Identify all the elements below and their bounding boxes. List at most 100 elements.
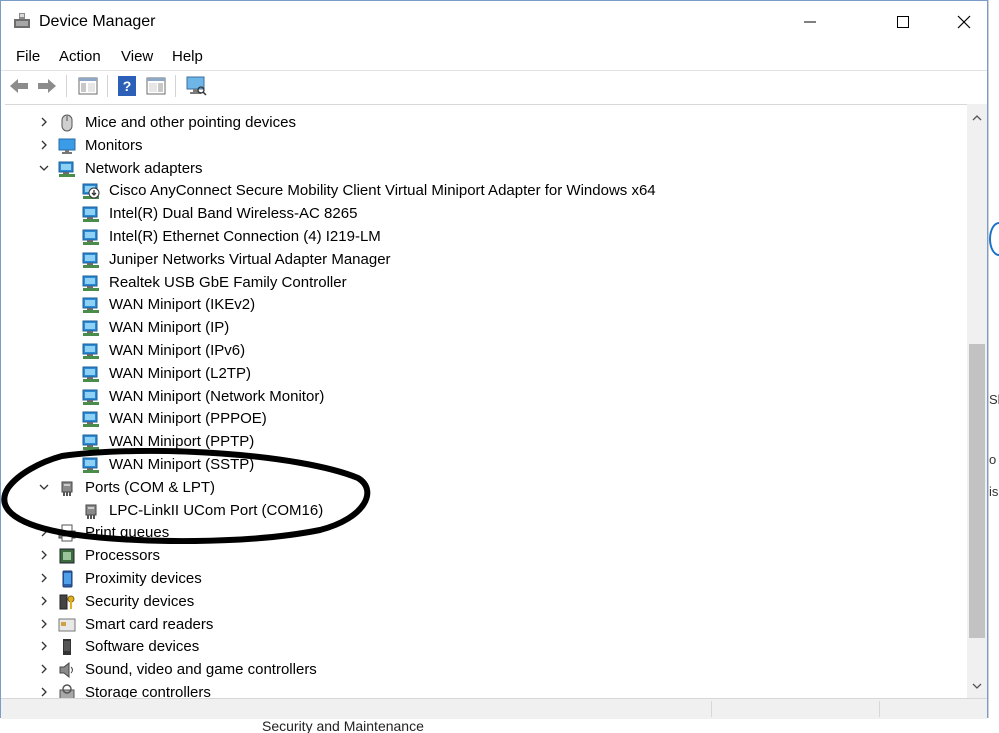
menu-bar: File Action View Help	[1, 43, 987, 69]
vertical-scrollbar[interactable]	[967, 104, 987, 698]
menu-file[interactable]: File	[16, 48, 40, 65]
tree-item-label: Processors	[85, 547, 161, 565]
tree-item-label: Storage controllers	[85, 684, 211, 699]
scroll-down-icon[interactable]	[971, 680, 983, 692]
tree-device[interactable]: WAN Miniport (IP)	[5, 317, 965, 339]
network-adapter-icon	[82, 251, 100, 269]
scrollbar-thumb[interactable]	[969, 344, 985, 638]
network-adapter-icon	[82, 205, 100, 223]
chevron-right-icon[interactable]	[38, 549, 50, 561]
network-adapter-icon	[82, 456, 100, 474]
tree-device[interactable]: Realtek USB GbE Family Controller	[5, 272, 965, 294]
tree-category[interactable]: Software devices	[5, 636, 965, 658]
back-button[interactable]	[8, 75, 30, 97]
scroll-up-icon[interactable]	[971, 112, 983, 124]
help-button[interactable]: ?	[116, 75, 138, 97]
tree-category[interactable]: Security devices	[5, 591, 965, 613]
minimize-button[interactable]	[787, 1, 833, 43]
tree-category[interactable]: Print queues	[5, 522, 965, 544]
tree-device[interactable]: WAN Miniport (PPTP)	[5, 431, 965, 453]
tree-item-label: WAN Miniport (IP)	[109, 319, 230, 337]
show-hide-console-tree-icon	[78, 77, 98, 95]
forward-button[interactable]	[36, 75, 58, 97]
chevron-down-icon[interactable]	[38, 481, 50, 493]
tree-item-label: Print queues	[85, 524, 170, 542]
tree-category[interactable]: Sound, video and game controllers	[5, 659, 965, 681]
title-bar[interactable]: Device Manager	[1, 1, 987, 43]
minimize-icon	[804, 21, 816, 23]
tree-device[interactable]: WAN Miniport (IKEv2)	[5, 294, 965, 316]
tree-device[interactable]: Cisco AnyConnect Secure Mobility Client …	[5, 180, 965, 202]
chevron-right-icon[interactable]	[38, 618, 50, 630]
port-icon	[82, 502, 100, 520]
maximize-button[interactable]	[880, 1, 926, 43]
tree-device[interactable]: WAN Miniport (L2TP)	[5, 363, 965, 385]
network-adapter-icon	[82, 228, 100, 246]
tree-item-label: Security devices	[85, 592, 195, 610]
close-icon	[957, 15, 971, 29]
chevron-right-icon[interactable]	[38, 116, 50, 128]
tree-device[interactable]: WAN Miniport (IPv6)	[5, 340, 965, 362]
tree-category[interactable]: Proximity devices	[5, 568, 965, 590]
tree-item-label: WAN Miniport (L2TP)	[109, 364, 251, 382]
tree-device[interactable]: WAN Miniport (PPPOE)	[5, 408, 965, 430]
tree-item-label: WAN Miniport (IPv6)	[109, 342, 246, 359]
status-divider	[711, 701, 712, 717]
chevron-right-icon[interactable]	[38, 663, 50, 675]
tree-item-label: WAN Miniport (SSTP)	[109, 456, 255, 473]
chevron-right-icon[interactable]	[38, 572, 50, 584]
chevron-down-icon[interactable]	[38, 162, 50, 174]
chevron-right-icon[interactable]	[38, 526, 50, 538]
tree-item-label: Smart card readers	[85, 615, 214, 633]
chevron-right-icon[interactable]	[38, 595, 50, 607]
device-tree[interactable]: Mice and other pointing devices Monitors N…	[5, 104, 967, 699]
chevron-right-icon[interactable]	[38, 139, 50, 151]
device-manager-app-icon	[14, 13, 30, 28]
properties-icon	[146, 77, 166, 95]
menu-view[interactable]: View	[121, 48, 153, 65]
help-icon: ?	[118, 76, 136, 96]
port-icon	[58, 479, 76, 497]
tree-item-label: Ports (COM & LPT)	[85, 478, 216, 496]
tree-item-label: Intel(R) Ethernet Connection (4) I219-LM	[109, 228, 381, 245]
monitor-icon	[58, 137, 76, 155]
scan-hardware-icon	[186, 76, 207, 96]
tree-item-label: Sound, video and game controllers	[85, 661, 317, 679]
tree-device[interactable]: WAN Miniport (SSTP)	[5, 454, 965, 476]
tree-device[interactable]: Juniper Networks Virtual Adapter Manager	[5, 249, 965, 271]
tree-category[interactable]: Ports (COM & LPT)	[5, 477, 965, 499]
tree-device[interactable]: LPC-LinkII UCom Port (COM16)	[5, 500, 965, 522]
printer-icon	[58, 524, 76, 542]
tree-category[interactable]: Storage controllers	[5, 682, 965, 699]
network-adapter-icon	[82, 410, 100, 428]
chevron-right-icon[interactable]	[38, 640, 50, 652]
scan-hardware-button[interactable]	[185, 75, 207, 97]
toolbar-separator	[66, 75, 67, 97]
chevron-right-icon[interactable]	[38, 686, 50, 698]
tree-item-label: Realtek USB GbE Family Controller	[109, 273, 347, 291]
menu-action[interactable]: Action	[59, 48, 101, 65]
properties-button[interactable]	[145, 75, 167, 97]
tree-device[interactable]: WAN Miniport (Network Monitor)	[5, 386, 965, 408]
network-adapter-download-icon	[82, 182, 100, 200]
security-key-icon	[58, 593, 76, 611]
toolbar-separator	[175, 75, 176, 97]
show-hide-console-tree-button[interactable]	[77, 75, 99, 97]
tree-item-label: WAN Miniport (PPTP)	[109, 433, 255, 451]
tree-category[interactable]: Network adapters	[5, 158, 965, 180]
tree-category[interactable]: Smart card readers	[5, 614, 965, 636]
tree-item-label: WAN Miniport (Network Monitor)	[109, 387, 325, 405]
tree-category[interactable]: Mice and other pointing devices	[5, 112, 965, 134]
speaker-icon	[58, 661, 76, 679]
tree-device[interactable]: Intel(R) Ethernet Connection (4) I219-LM	[5, 226, 965, 248]
tree-category[interactable]: Processors	[5, 545, 965, 567]
close-button[interactable]	[941, 1, 987, 43]
maximize-icon	[897, 16, 909, 28]
menu-help[interactable]: Help	[172, 48, 203, 65]
tree-item-label: Intel(R) Dual Band Wireless-AC 8265	[109, 205, 358, 223]
tree-device[interactable]: Intel(R) Dual Band Wireless-AC 8265	[5, 203, 965, 225]
tree-item-label: Proximity devices	[85, 570, 202, 587]
tree-item-label: WAN Miniport (PPPOE)	[109, 410, 267, 428]
background-edge-text: o	[989, 452, 997, 467]
tree-category[interactable]: Monitors	[5, 135, 965, 157]
